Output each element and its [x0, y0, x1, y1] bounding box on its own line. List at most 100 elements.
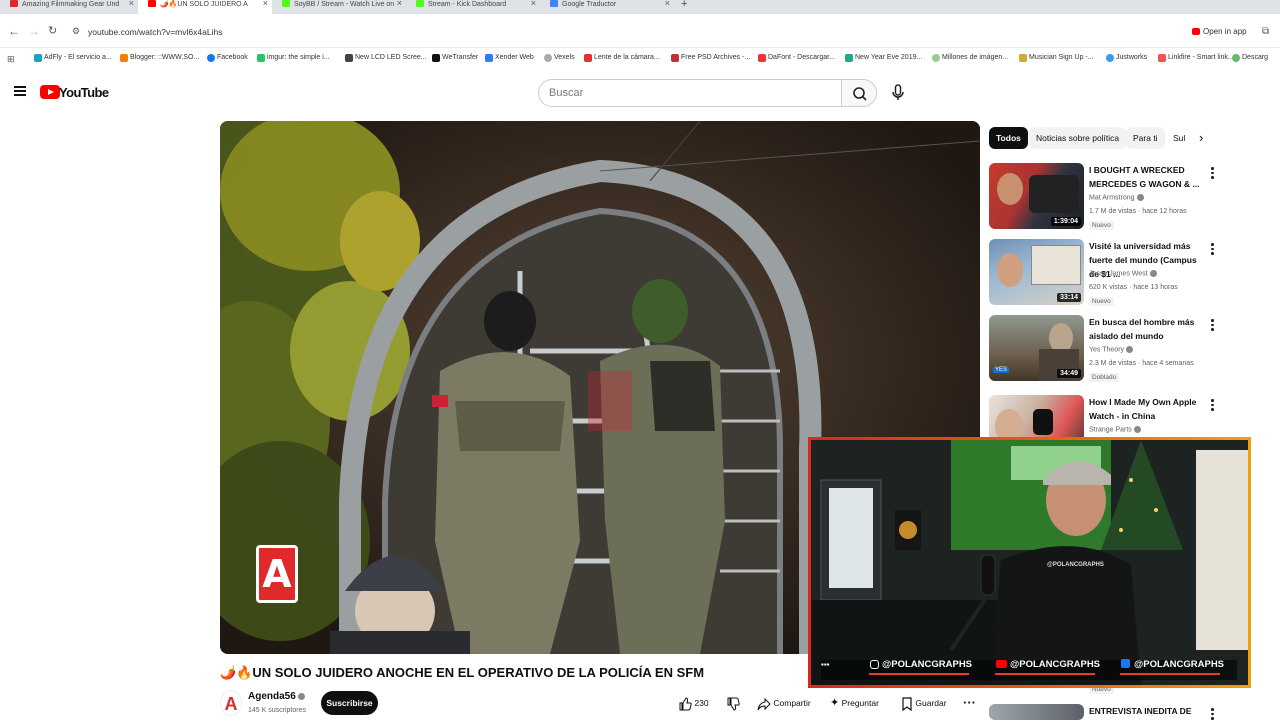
search-button[interactable]	[841, 79, 877, 107]
close-tab-icon[interactable]: ×	[397, 0, 402, 8]
more-actions-icon[interactable]: ···	[963, 694, 976, 712]
bookmark-item[interactable]: Xender Web	[485, 54, 534, 62]
recommendation-channel: Yes Theory	[1089, 346, 1134, 353]
sparkle-icon: ✦	[830, 697, 840, 709]
ask-button[interactable]: ✦ Preguntar	[830, 694, 879, 712]
chip-politics-news[interactable]: Noticias sobre política	[1029, 127, 1127, 149]
close-tab-icon[interactable]: ×	[665, 0, 670, 8]
back-icon[interactable]: ←	[8, 24, 20, 38]
close-tab-icon[interactable]: ×	[263, 0, 268, 8]
bookmark-item[interactable]: New LCD LED Scree...	[345, 54, 427, 62]
bookmark-item[interactable]: imgur: the simple i...	[257, 54, 330, 62]
bookmark-icon	[902, 697, 912, 711]
new-badge: Nuevo	[1089, 297, 1114, 306]
recommendation-channel: Mat Armstrong	[1089, 194, 1144, 201]
close-tab-icon[interactable]: ×	[129, 0, 134, 8]
bookmarks-bar: ⊞ AdFly - El servicio a... Blogger: ::WW…	[0, 48, 1280, 70]
forward-icon[interactable]: →	[28, 24, 40, 38]
thumbs-up-icon	[679, 697, 692, 711]
youtube-logo-text[interactable]: YouTube	[59, 85, 109, 100]
more-options-icon[interactable]	[1211, 708, 1214, 722]
video-thumbnail[interactable]	[989, 704, 1084, 720]
recommendation-meta: 1.7 M de vistas · hace 12 horas	[1089, 208, 1187, 215]
recommendation-meta: 2.3 M de vistas · hace 4 semanas	[1089, 360, 1194, 367]
dislike-button[interactable]	[726, 694, 740, 712]
bookmark-item[interactable]: WeTransfer	[432, 54, 478, 62]
thumbs-down-icon	[727, 697, 740, 711]
channel-avatar[interactable]: A	[220, 690, 242, 716]
more-options-icon[interactable]	[1211, 399, 1214, 413]
instagram-handle: @POLANCGRAPHS	[882, 659, 973, 670]
kick-favicon-icon	[416, 0, 424, 7]
bookmark-item[interactable]: Justworks	[1106, 54, 1147, 62]
extensions-icon[interactable]: ⧉	[1262, 26, 1269, 37]
verified-icon	[297, 692, 305, 700]
tab-current-video[interactable]: 🌶️🔥UN SOLO JUIDERO A ×	[138, 0, 272, 14]
video-thumbnail[interactable]: YES 34:49	[989, 315, 1084, 381]
search-input[interactable]: Buscar	[538, 79, 842, 107]
subscriber-count: 145 K suscriptores	[248, 707, 306, 714]
recommendation-item[interactable]: 33:14 Visité la universidad más fuerte d…	[989, 239, 1219, 309]
apps-grid-icon[interactable]: ⊞	[7, 54, 15, 65]
more-options-icon[interactable]	[1211, 167, 1214, 181]
bookmark-item[interactable]: Blogger: ::WWW.SO...	[120, 54, 199, 62]
bookmark-item[interactable]: New Year Eve 2019...	[845, 54, 922, 62]
bookmark-item[interactable]: Free PSD Archives -...	[671, 54, 750, 62]
like-count: 230	[694, 698, 709, 708]
dots-decoration: ▪▪▪	[821, 660, 830, 669]
tab-amazing-filmmaking[interactable]: Amazing Filmmaking Gear Und ×	[0, 0, 138, 14]
address-bar[interactable]: youtube.com/watch?v=mvl6x4aLihs	[88, 27, 222, 37]
close-tab-icon[interactable]: ×	[531, 0, 536, 8]
recommendation-item[interactable]: YES 34:49 En busca del hombre más aislad…	[989, 315, 1219, 385]
subscribe-button[interactable]: Suscribirse	[321, 691, 378, 715]
reload-icon[interactable]: ↻	[48, 24, 57, 37]
recommendation-title: I BOUGHT A WRECKED MERCEDES G WAGON & ..…	[1089, 165, 1200, 189]
bookmark-item[interactable]: Vexels	[544, 54, 575, 62]
recommendation-channel: Jesse James West	[1089, 270, 1157, 277]
video-thumbnail[interactable]: 33:14	[989, 239, 1084, 305]
chip-truncated[interactable]: Sul	[1166, 127, 1188, 149]
save-button[interactable]: Guardar	[901, 694, 947, 712]
more-options-icon[interactable]	[1211, 319, 1214, 333]
site-info-icon[interactable]: ⚙	[72, 26, 80, 37]
translate-favicon-icon	[550, 0, 558, 7]
instagram-underline	[869, 673, 969, 675]
save-label: Guardar	[915, 698, 947, 708]
tab-title: SoyBB / Stream - Watch Live on	[294, 1, 395, 8]
new-badge: Nuevo	[1089, 221, 1114, 230]
tab-kick-dashboard[interactable]: Stream - Kick Dashboard ×	[406, 0, 540, 14]
recommendation-item[interactable]: ENTREVISTA INEDITA DE	[989, 704, 1219, 720]
more-options-icon[interactable]	[1211, 243, 1214, 257]
channel-name[interactable]: Agenda56	[248, 691, 305, 702]
video-thumbnail[interactable]: 1:39:04	[989, 163, 1084, 229]
instagram-icon	[870, 660, 879, 669]
new-tab-icon[interactable]: +	[681, 0, 687, 10]
bookmark-item[interactable]: Linkfire - Smart link...	[1158, 54, 1234, 62]
hamburger-menu-icon[interactable]	[14, 86, 26, 96]
youtube-underline	[995, 673, 1095, 675]
youtube-logo-icon[interactable]	[40, 85, 60, 99]
bookmark-item[interactable]: DaFont - Descargar...	[758, 54, 835, 62]
recommendation-item[interactable]: 1:39:04 I BOUGHT A WRECKED MERCEDES G WA…	[989, 163, 1219, 233]
open-in-app-button[interactable]: Open in app	[1203, 27, 1247, 36]
tab-title: 🌶️🔥UN SOLO JUIDERO A	[160, 1, 248, 8]
webcam-feed: @POLANCGRAPHS	[811, 440, 1248, 685]
browser-tab-bar: Amazing Filmmaking Gear Und × 🌶️🔥UN SOLO…	[0, 0, 1280, 14]
bookmark-item[interactable]: Millones de imágen...	[932, 54, 1008, 62]
recommendation-title: How I Made My Own Apple Watch - in China	[1089, 397, 1197, 421]
chevron-right-icon[interactable]: ›	[1199, 130, 1203, 145]
chip-for-you[interactable]: Para ti	[1126, 127, 1165, 149]
bookmark-item[interactable]: Facebook	[207, 54, 248, 62]
dubbed-badge: Doblado	[1089, 373, 1120, 382]
share-button[interactable]: Compartir	[757, 694, 811, 712]
bookmark-item[interactable]: Descarg	[1232, 54, 1268, 62]
bookmark-item[interactable]: Musician Sign Up -...	[1019, 54, 1094, 62]
tab-google-translate[interactable]: Google Traductor ×	[540, 0, 674, 14]
bookmark-item[interactable]: AdFly - El servicio a...	[34, 54, 112, 62]
like-button[interactable]: 230	[678, 694, 709, 712]
voice-search-button[interactable]	[884, 79, 912, 107]
chip-all[interactable]: Todos	[989, 127, 1028, 149]
tab-kick-stream[interactable]: SoyBB / Stream - Watch Live on ×	[272, 0, 406, 14]
bookmark-item[interactable]: Lente de la cámara...	[584, 54, 660, 62]
video-duration: 33:14	[1057, 293, 1081, 302]
